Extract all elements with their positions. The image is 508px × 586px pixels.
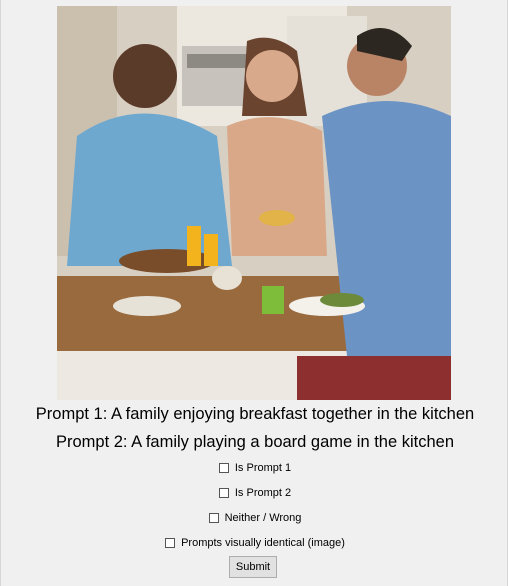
photo-icon (57, 6, 451, 400)
checkbox-identical[interactable] (165, 538, 176, 548)
option-identical[interactable]: Prompts visually identical (image) (1, 537, 508, 549)
checkbox-is-prompt-2[interactable] (218, 488, 229, 498)
label-identical: Prompts visually identical (image) (181, 537, 345, 549)
checkbox-is-prompt-1[interactable] (218, 463, 229, 473)
label-is-prompt-1: Is Prompt 1 (234, 462, 292, 474)
prompt-2-text: Prompt 2: A family playing a board game … (55, 433, 455, 451)
option-is-prompt-1[interactable]: Is Prompt 1 (1, 462, 508, 474)
label-neither: Neither / Wrong (224, 512, 302, 524)
kitchen-photo (57, 6, 451, 400)
label-is-prompt-2: Is Prompt 2 (234, 487, 292, 499)
app-window: Prompt 1: A family enjoying breakfast to… (0, 0, 508, 586)
submit-button[interactable]: Submit (229, 556, 277, 578)
prompt-1-text: Prompt 1: A family enjoying breakfast to… (35, 405, 475, 423)
checkbox-neither[interactable] (208, 513, 219, 523)
option-is-prompt-2[interactable]: Is Prompt 2 (1, 487, 508, 499)
option-neither[interactable]: Neither / Wrong (1, 512, 508, 524)
